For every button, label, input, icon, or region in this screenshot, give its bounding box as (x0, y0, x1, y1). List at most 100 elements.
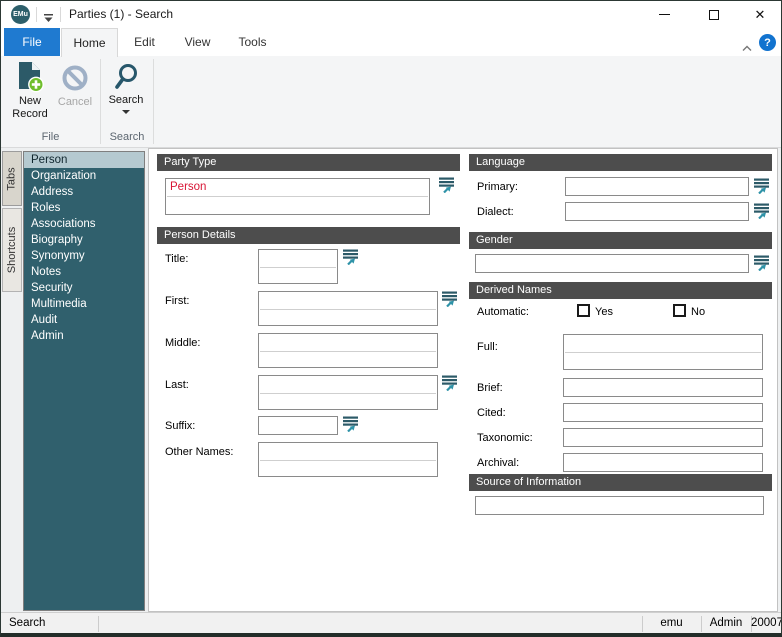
tab-home[interactable]: Home (61, 28, 118, 57)
new-record-icon (15, 61, 45, 93)
lookup-list-icon[interactable] (754, 203, 770, 219)
minimize-button[interactable] (646, 1, 682, 28)
sidebar-item-roles[interactable]: Roles (24, 200, 144, 216)
source-of-information-input[interactable] (475, 496, 764, 515)
rail-tab-tabs-label: Tabs (6, 167, 18, 190)
tab-file[interactable]: File (4, 28, 60, 56)
sidebar-item-organization[interactable]: Organization (24, 168, 144, 184)
lookup-list-icon[interactable] (343, 249, 359, 265)
lookup-list-icon[interactable] (442, 291, 458, 307)
other-names-grid[interactable] (258, 442, 438, 477)
sidebar-item-synonymy[interactable]: Synonymy (24, 248, 144, 264)
sidebar-item-biography[interactable]: Biography (24, 232, 144, 248)
grid-row-divider (167, 196, 428, 197)
lookup-list-icon[interactable] (439, 177, 455, 193)
field-label-title: Title: (165, 253, 188, 265)
lookup-list-icon[interactable] (343, 416, 359, 432)
sidebar-item-audit[interactable]: Audit (24, 312, 144, 328)
field-label-dialect: Dialect: (477, 206, 514, 218)
taxonomic-name-input[interactable] (563, 428, 763, 447)
close-button[interactable]: ✕ (742, 1, 778, 28)
field-label-suffix: Suffix: (165, 420, 195, 432)
middle-grid[interactable] (258, 333, 438, 368)
section-header-gender: Gender (469, 232, 772, 249)
party-type-grid[interactable]: Person (165, 178, 430, 215)
grid-row-divider (260, 309, 436, 310)
dialect-input[interactable] (565, 202, 749, 221)
search-icon (113, 63, 139, 91)
sidebar-item-person[interactable]: Person (24, 152, 144, 168)
collapse-ribbon-icon[interactable] (741, 39, 753, 57)
primary-language-input[interactable] (565, 177, 749, 196)
grid-row-divider (260, 351, 436, 352)
ribbon-group-file-label: File (1, 131, 100, 146)
sidebar-item-address[interactable]: Address (24, 184, 144, 200)
field-label-last: Last: (165, 379, 189, 391)
full-name-grid[interactable] (563, 334, 763, 370)
sidebar-item-admin[interactable]: Admin (24, 328, 144, 344)
first-grid[interactable] (258, 291, 438, 326)
status-role: Admin (701, 617, 751, 629)
field-label-brief: Brief: (477, 382, 503, 394)
sidebar-item-associations[interactable]: Associations (24, 216, 144, 232)
field-label-automatic: Automatic: (477, 306, 529, 318)
titlebar-divider (60, 7, 61, 22)
field-label-archival: Archival: (477, 457, 519, 469)
search-form-panel: Party Type Person Person Details Title: … (148, 148, 778, 612)
tab-tools[interactable]: Tools (224, 28, 281, 56)
emu-logo-icon: EMu (11, 5, 30, 24)
new-record-label-line2: Record (7, 108, 53, 121)
cited-name-input[interactable] (563, 403, 763, 422)
field-label-full: Full: (477, 341, 498, 353)
lookup-list-icon[interactable] (754, 178, 770, 194)
title-grid[interactable] (258, 249, 338, 284)
grid-row-divider (260, 460, 436, 461)
checkbox-label-no: No (691, 306, 705, 318)
status-bar: Search emu Admin 20007 (1, 612, 781, 634)
suffix-input[interactable] (258, 416, 338, 435)
last-grid[interactable] (258, 375, 438, 410)
archival-name-input[interactable] (563, 453, 763, 472)
field-label-first: First: (165, 295, 189, 307)
lookup-list-icon[interactable] (442, 375, 458, 391)
titlebar-divider (36, 7, 37, 22)
rail-tab-shortcuts[interactable]: Shortcuts (2, 208, 22, 292)
automatic-no-checkbox[interactable] (673, 304, 686, 317)
maximize-button[interactable] (696, 1, 732, 28)
tab-view[interactable]: View (171, 28, 224, 56)
ribbon-tab-row: File Home Edit View Tools ? (1, 28, 781, 56)
search-dropdown-icon[interactable] (122, 110, 130, 114)
field-label-cited: Cited: (477, 407, 506, 419)
section-header-language: Language (469, 154, 772, 171)
ribbon-group-search-label: Search (100, 131, 154, 146)
sidebar-tab-list: Person Organization Address Roles Associ… (23, 151, 145, 611)
status-mode: Search (9, 617, 45, 629)
app-window: EMu Parties (1) - Search ✕ File Home Edi… (0, 0, 782, 637)
rail-tab-tabs[interactable]: Tabs (2, 151, 22, 206)
ribbon: New Record Cancel Search File Search (1, 56, 781, 148)
sidebar-item-security[interactable]: Security (24, 280, 144, 296)
help-button[interactable]: ? (759, 34, 776, 51)
status-code: 20007 (751, 617, 781, 629)
field-label-middle: Middle: (165, 337, 200, 349)
tab-edit[interactable]: Edit (118, 28, 171, 56)
automatic-yes-checkbox[interactable] (577, 304, 590, 317)
party-type-value[interactable]: Person (170, 181, 206, 193)
sidebar-item-notes[interactable]: Notes (24, 264, 144, 280)
status-user: emu (642, 617, 701, 629)
new-record-label-line1: New (7, 95, 53, 108)
lookup-list-icon[interactable] (754, 255, 770, 271)
help-icon: ? (764, 37, 771, 49)
grid-row-divider (260, 267, 336, 268)
gender-input[interactable] (475, 254, 749, 273)
section-header-source-of-information: Source of Information (469, 474, 772, 491)
quick-access-dropdown-icon[interactable] (43, 10, 54, 28)
sidebar-item-multimedia[interactable]: Multimedia (24, 296, 144, 312)
section-header-derived-names: Derived Names (469, 282, 772, 299)
rail-tab-shortcuts-label: Shortcuts (6, 227, 18, 273)
window-title: Parties (1) - Search (69, 7, 173, 21)
search-label: Search (103, 94, 149, 107)
cancel-icon (61, 64, 89, 92)
brief-name-input[interactable] (563, 378, 763, 397)
title-bar: EMu Parties (1) - Search ✕ (1, 1, 781, 28)
